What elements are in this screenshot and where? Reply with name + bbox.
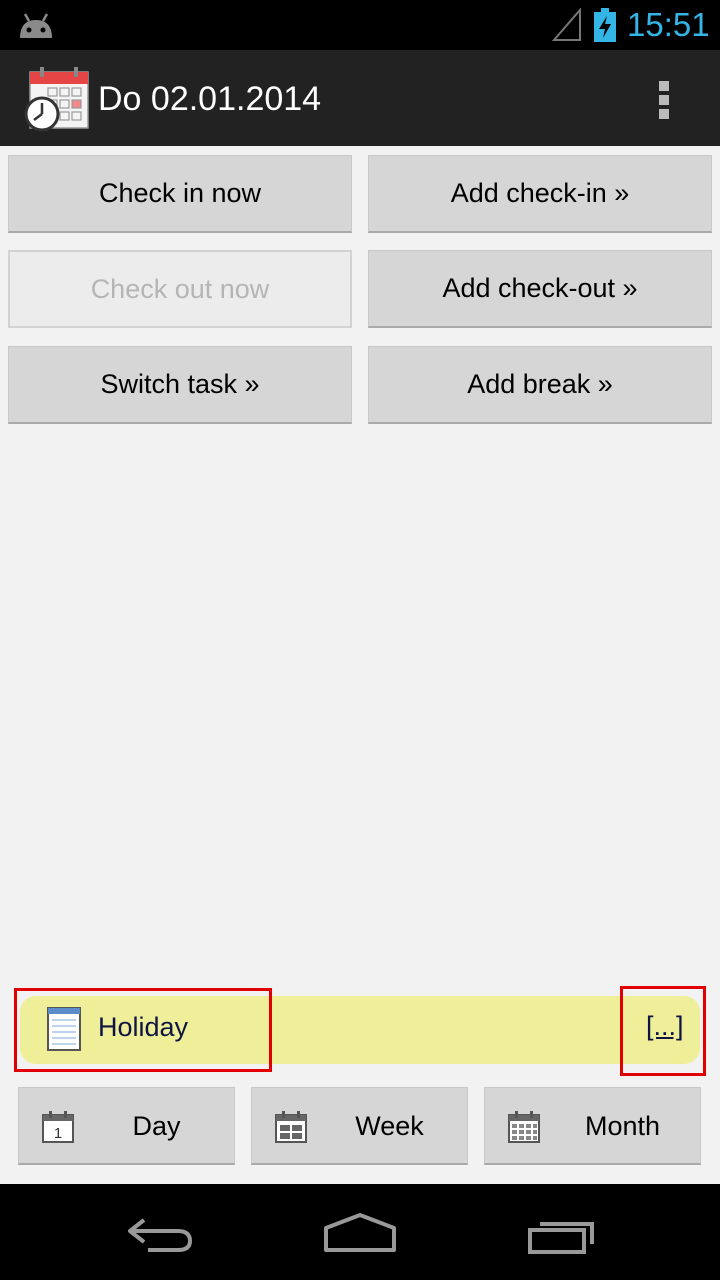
date-title: Do 02.01.2014 [98, 80, 322, 118]
add-check-out-button[interactable]: Add check-out » [368, 250, 712, 328]
calendar-clock-app-icon [24, 67, 89, 132]
week-view-label: Week [355, 1111, 424, 1141]
week-view-button[interactable]: Week [251, 1087, 468, 1165]
status-bar: 15:51 [0, 0, 720, 50]
back-icon[interactable] [124, 1214, 196, 1254]
check-out-now-button[interactable]: Check out now [8, 250, 352, 328]
battery-charging-icon [594, 8, 616, 42]
action-bar: Do 02.01.2014 [0, 50, 720, 146]
signal-icon [552, 8, 581, 41]
add-break-button[interactable]: Add break » [368, 346, 712, 424]
highlight-box-note [14, 988, 272, 1072]
recent-apps-icon[interactable] [524, 1210, 600, 1256]
svg-text:1: 1 [54, 1125, 62, 1142]
check-in-now-button[interactable]: Check in now [8, 155, 352, 233]
month-calendar-icon [508, 1111, 540, 1143]
home-icon[interactable] [320, 1210, 400, 1256]
switch-task-button[interactable]: Switch task » [8, 346, 352, 424]
status-clock: 15:51 [627, 6, 710, 43]
android-notification-icon [20, 13, 52, 38]
month-view-button[interactable]: Month [484, 1087, 701, 1165]
day-view-button[interactable]: 1 Day [18, 1087, 235, 1165]
day-view-label: Day [132, 1111, 181, 1141]
week-calendar-icon [275, 1111, 307, 1143]
month-view-label: Month [584, 1111, 661, 1141]
overflow-menu-icon[interactable] [652, 78, 676, 122]
highlight-box-more [620, 986, 706, 1076]
add-check-in-button[interactable]: Add check-in » [368, 155, 712, 233]
day-calendar-icon: 1 [42, 1111, 74, 1143]
